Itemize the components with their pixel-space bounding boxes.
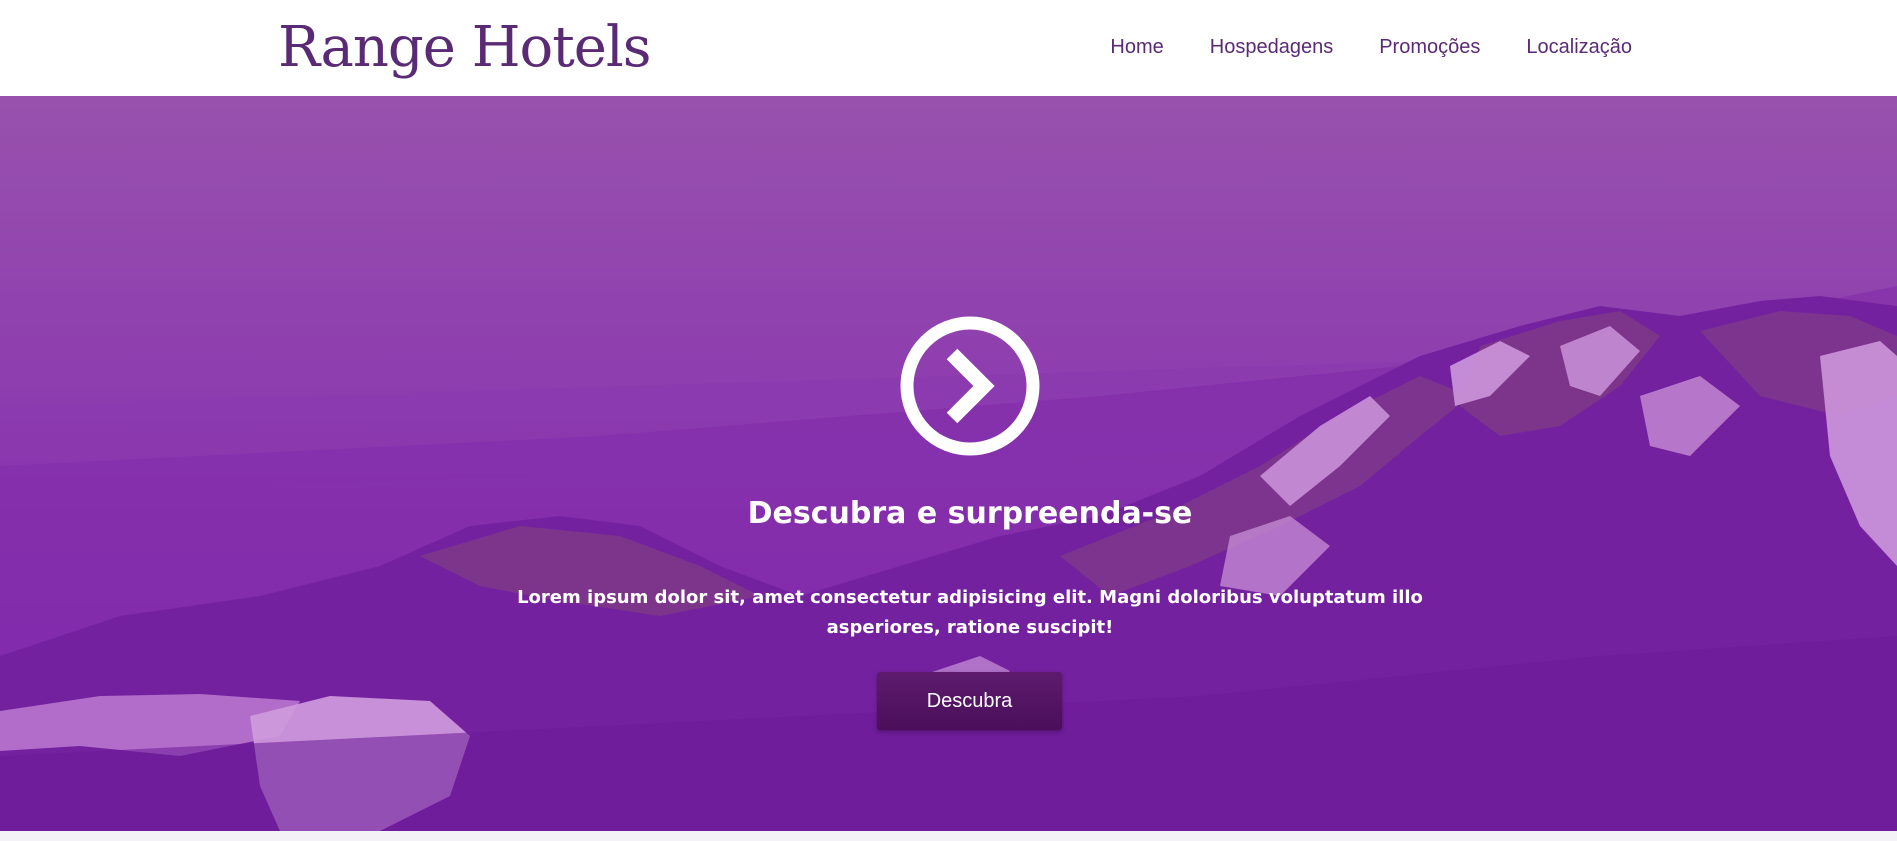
site-header: Range Hotels Home Hospedagens Promoções …: [0, 0, 1897, 96]
main-nav: Home Hospedagens Promoções Localização: [1110, 36, 1632, 59]
nav-link-localizacao[interactable]: Localização: [1526, 36, 1632, 59]
hero-section: Descubra e surpreenda-se Lorem ipsum dol…: [0, 96, 1897, 831]
hero-title: Descubra e surpreenda-se: [747, 496, 1193, 531]
nav-link-promocoes[interactable]: Promoções: [1379, 36, 1480, 59]
discover-button[interactable]: Descubra: [877, 672, 1062, 730]
chevron-right-circle-icon[interactable]: [900, 316, 1040, 456]
logo[interactable]: Range Hotels: [278, 10, 652, 86]
page-footer-strip: [0, 831, 1897, 841]
nav-link-home[interactable]: Home: [1110, 36, 1163, 59]
nav-link-hospedagens[interactable]: Hospedagens: [1210, 36, 1333, 59]
hero-description: Lorem ipsum dolor sit, amet consectetur …: [517, 587, 1423, 638]
hero-content: Descubra e surpreenda-se Lorem ipsum dol…: [0, 96, 1897, 831]
